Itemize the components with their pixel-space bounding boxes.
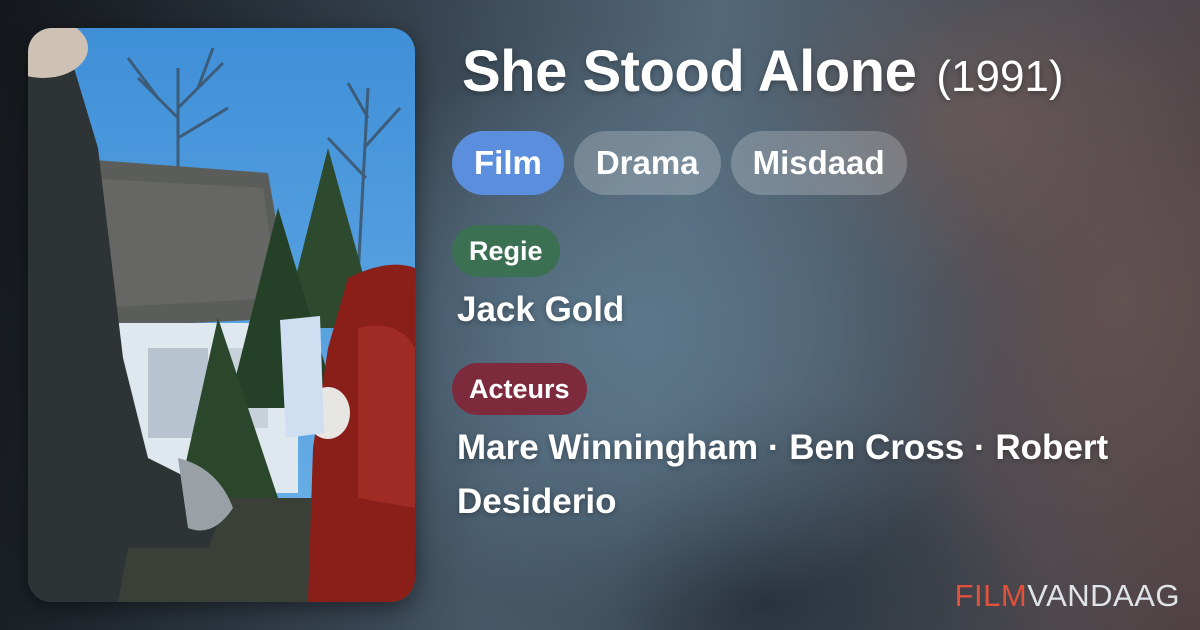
brand-logo-part1: FILM [954, 578, 1028, 613]
movie-info: She Stood Alone (1991) Film Drama Misdaa… [452, 38, 1182, 529]
tag-misdaad[interactable]: Misdaad [730, 131, 907, 195]
poster-image [28, 28, 415, 602]
tag-drama[interactable]: Drama [573, 131, 721, 195]
title-row: She Stood Alone (1991) [462, 38, 1182, 105]
movie-title: She Stood Alone [462, 39, 917, 104]
movie-year: (1991) [936, 52, 1064, 101]
brand-logo[interactable]: FILMVANDAAG [955, 578, 1180, 614]
director-name[interactable]: Jack Gold [457, 283, 1182, 337]
tag-film[interactable]: Film [452, 131, 564, 195]
cast-list[interactable]: Mare Winningham · Ben Cross · Robert Des… [457, 421, 1182, 529]
share-card: She Stood Alone (1991) Film Drama Misdaa… [0, 0, 1200, 630]
genre-tags: Film Drama Misdaad [452, 131, 1182, 195]
cast-badge: Acteurs [452, 363, 587, 415]
movie-poster[interactable] [28, 28, 415, 602]
director-badge: Regie [452, 225, 560, 277]
brand-logo-part2: VANDAAG [1027, 578, 1180, 613]
